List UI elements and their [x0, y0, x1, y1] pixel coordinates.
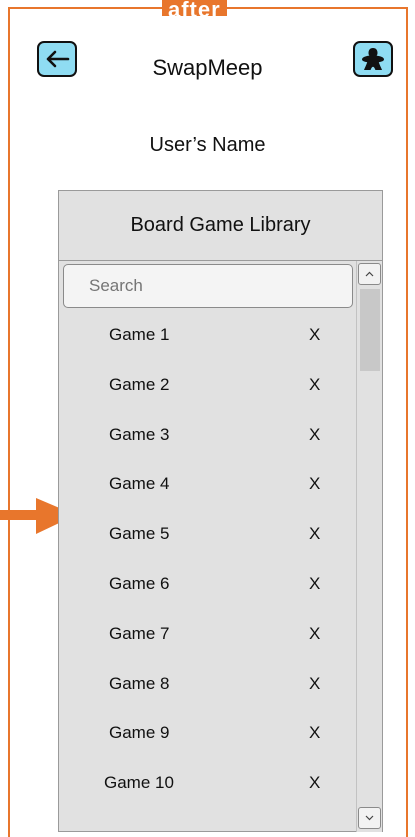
- list-item: Game 1 X: [59, 323, 356, 373]
- remove-game-button[interactable]: X: [309, 622, 320, 646]
- remove-game-button[interactable]: X: [309, 672, 320, 696]
- scroll-thumb[interactable]: [360, 289, 380, 371]
- list-item: Game 5 X: [59, 522, 356, 572]
- game-list: Game 1 X Game 2 X Game 3 X Game 4 X Game…: [59, 323, 356, 821]
- remove-game-button[interactable]: X: [309, 771, 320, 795]
- scroll-down-button[interactable]: [358, 807, 381, 829]
- list-item: Game 8 X: [59, 672, 356, 722]
- list-item: Game 9 X: [59, 721, 356, 771]
- annotation-label: after: [162, 0, 227, 16]
- remove-game-button[interactable]: X: [309, 373, 320, 397]
- meeple-icon: [362, 48, 384, 70]
- game-name: Game 1: [109, 325, 170, 344]
- board-game-library-panel: Board Game Library Game 1 X Game 2 X Gam…: [58, 190, 383, 832]
- game-name: Game 10: [104, 773, 174, 793]
- remove-game-button[interactable]: X: [309, 472, 320, 496]
- list-item: Game 7 X: [59, 622, 356, 672]
- remove-game-button[interactable]: X: [309, 323, 320, 347]
- remove-game-button[interactable]: X: [309, 721, 320, 745]
- game-name: Game 9: [109, 723, 170, 743]
- game-name: Game 7: [109, 623, 170, 643]
- scrollbar[interactable]: [356, 261, 382, 832]
- game-name: Game 4: [109, 474, 170, 494]
- remove-game-button[interactable]: X: [309, 522, 320, 546]
- game-name: Game 5: [109, 524, 170, 544]
- search-input[interactable]: [63, 264, 353, 308]
- list-item: Game 6 X: [59, 572, 356, 622]
- profile-button[interactable]: [353, 41, 393, 77]
- list-item: Game 3 X: [59, 423, 356, 473]
- list-item: Game 2 X: [59, 373, 356, 423]
- game-name: Game 8: [109, 673, 170, 693]
- game-name: Game 3: [109, 424, 170, 444]
- game-name: Game 6: [109, 573, 170, 593]
- library-title: Board Game Library: [59, 191, 382, 261]
- remove-game-button[interactable]: X: [309, 572, 320, 596]
- remove-game-button[interactable]: X: [309, 423, 320, 447]
- user-name: User’s Name: [149, 134, 266, 156]
- list-item: Game 4 X: [59, 472, 356, 522]
- chevron-up-icon: [365, 271, 374, 277]
- scroll-up-button[interactable]: [358, 263, 381, 285]
- game-name: Game 2: [109, 374, 170, 394]
- list-item: Game 10 X: [59, 771, 356, 821]
- chevron-down-icon: [365, 815, 374, 821]
